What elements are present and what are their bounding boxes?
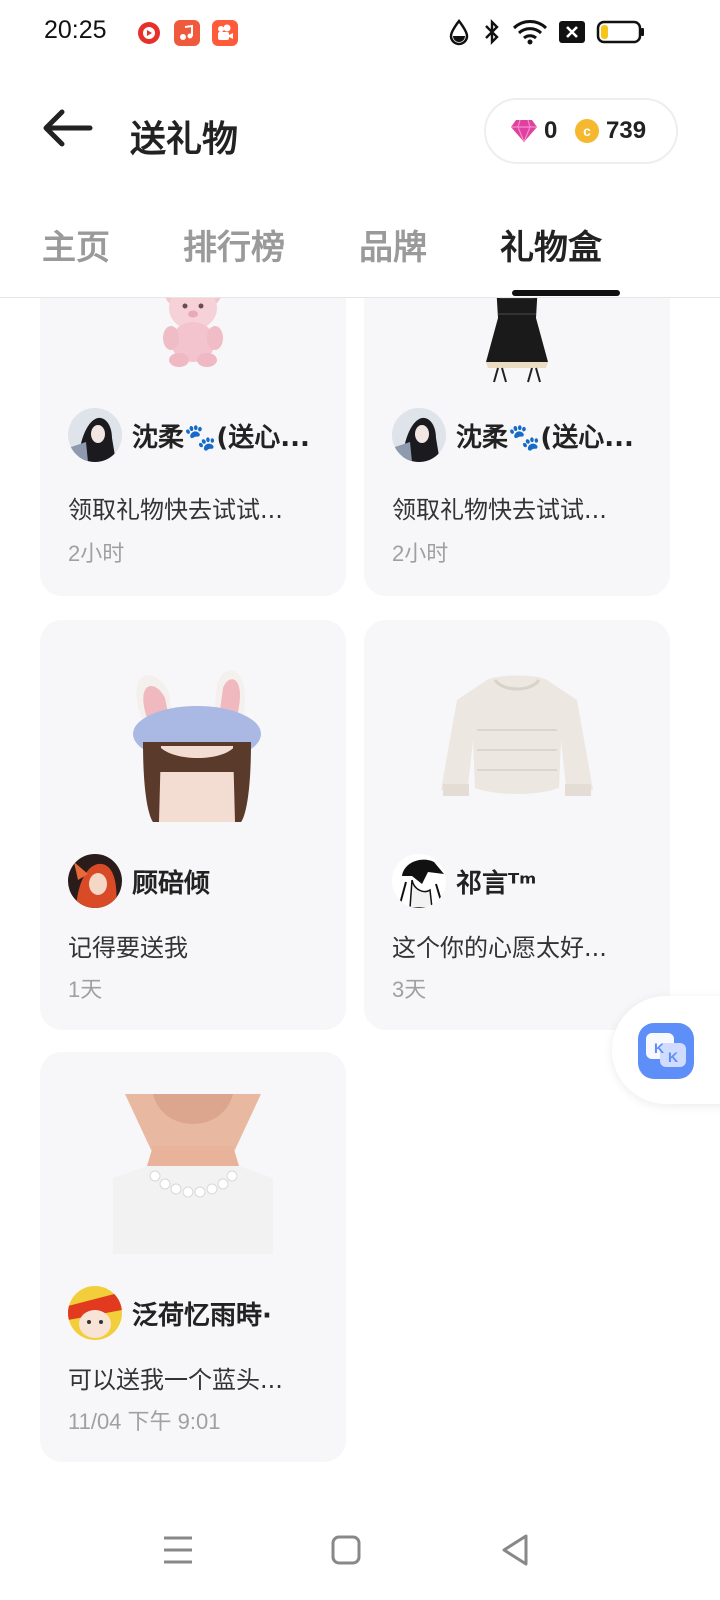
- kk-chat-icon: K K: [638, 1023, 694, 1079]
- gift-grid: 沈柔🐾(送心... 领取礼物快去试试... 2小时 沈柔🐾(送心... 领取礼物…: [0, 298, 720, 1498]
- wifi-icon: [512, 20, 548, 45]
- status-bar: 20:25: [0, 0, 720, 64]
- gift-card[interactable]: 顾碚倾 记得要送我 1天: [40, 620, 346, 1030]
- arrow-left-icon: [43, 109, 93, 147]
- user-name: 顾碚倾: [132, 868, 211, 899]
- tab-bar: 主页 排行榜 品牌 礼物盒: [0, 210, 720, 298]
- diamond-count: 0: [544, 117, 558, 144]
- user-row: 沈柔🐾(送心...: [392, 408, 634, 462]
- gift-time: 11/04 下午 9:01: [68, 1409, 221, 1434]
- avatar: [392, 408, 446, 462]
- gift-time: 2小时: [68, 541, 125, 566]
- coin-balance: c 739: [574, 100, 646, 162]
- avatar: [68, 854, 122, 908]
- gift-message: 领取礼物快去试试...: [68, 496, 283, 524]
- gift-image-black-dress: [364, 298, 670, 398]
- user-name: 沈柔🐾(送心...: [132, 422, 310, 453]
- back-triangle-icon[interactable]: [494, 1528, 538, 1572]
- header: 送礼物 0 c 739: [0, 90, 720, 180]
- coin-count: 739: [606, 117, 647, 144]
- avatar: [68, 1286, 122, 1340]
- gift-card[interactable]: 沈柔🐾(送心... 领取礼物快去试试... 2小时: [40, 298, 346, 596]
- bluetooth-icon: [485, 19, 499, 45]
- tab-ranking[interactable]: 排行榜: [183, 220, 285, 269]
- user-name: 沈柔🐾(送心...: [456, 422, 634, 453]
- gift-image-pearl-necklace: [40, 1094, 346, 1254]
- video-app-icon: [136, 20, 162, 46]
- diamond-balance: 0: [510, 100, 557, 162]
- active-tab-indicator: [512, 290, 620, 296]
- back-button[interactable]: [40, 106, 100, 150]
- gift-card[interactable]: 祁言ᵀᵐ 这个你的心愿太好... 3天: [364, 620, 670, 1030]
- user-row: 顾碚倾: [68, 854, 210, 908]
- tab-home[interactable]: 主页: [42, 220, 110, 269]
- gift-message: 领取礼物快去试试...: [392, 496, 607, 524]
- status-time: 20:25: [44, 16, 107, 44]
- tab-giftbox[interactable]: 礼物盒: [500, 220, 602, 269]
- gift-message: 可以送我一个蓝头...: [68, 1366, 283, 1394]
- system-nav-bar: [0, 1500, 720, 1600]
- gift-message: 记得要送我: [68, 934, 188, 962]
- avatar: [392, 854, 446, 908]
- user-name: 泛荷忆雨時·: [132, 1300, 272, 1331]
- diamond-icon: [511, 119, 537, 143]
- tab-brand[interactable]: 品牌: [359, 220, 427, 269]
- menu-icon[interactable]: [156, 1528, 200, 1572]
- gift-time: 1天: [68, 977, 103, 1002]
- close-box-icon: [559, 21, 585, 43]
- gift-image-bunny-ears-beret: [40, 662, 346, 822]
- gift-time: 2小时: [392, 541, 449, 566]
- svg-text:c: c: [583, 123, 591, 139]
- svg-text:K: K: [654, 1040, 664, 1056]
- gift-message: 这个你的心愿太好...: [392, 934, 607, 962]
- gift-card[interactable]: 沈柔🐾(送心... 领取礼物快去试试... 2小时: [364, 298, 670, 596]
- user-row: 沈柔🐾(送心...: [68, 408, 310, 462]
- music-app-icon: [174, 20, 200, 46]
- avatar: [68, 408, 122, 462]
- svg-text:K: K: [668, 1049, 678, 1065]
- kuaishou-app-icon: [212, 20, 238, 46]
- gift-image-teddy-bear: [40, 298, 346, 368]
- home-square-icon[interactable]: [324, 1528, 368, 1572]
- floating-chat-button[interactable]: K K: [612, 996, 720, 1104]
- user-row: 祁言ᵀᵐ: [392, 854, 536, 908]
- user-name: 祁言ᵀᵐ: [456, 868, 537, 899]
- balance-pill[interactable]: 0 c 739: [484, 98, 678, 164]
- gift-time: 3天: [392, 977, 427, 1002]
- page-title: 送礼物: [130, 119, 239, 160]
- gift-card[interactable]: 泛荷忆雨時· 可以送我一个蓝头... 11/04 下午 9:01: [40, 1052, 346, 1462]
- battery-icon: [596, 20, 644, 44]
- coin-icon: c: [575, 119, 599, 143]
- user-row: 泛荷忆雨時·: [68, 1286, 272, 1340]
- drop-icon: [449, 18, 469, 46]
- gift-image-knit-sweater: [364, 670, 670, 820]
